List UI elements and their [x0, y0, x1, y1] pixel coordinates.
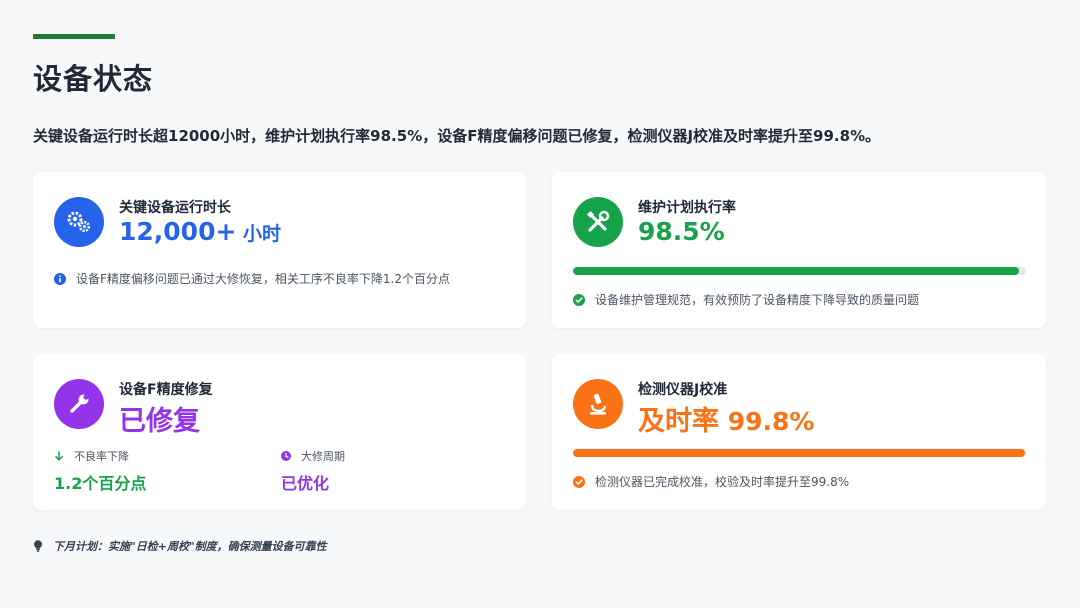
- title-accent-bar: [33, 34, 115, 39]
- card-precision-repair: 设备F精度修复 已修复 不良率下降 1.2个百分点 大修周期 已优化: [33, 354, 526, 510]
- maintenance-progress: [573, 267, 1026, 275]
- arrow-down-icon: [55, 451, 63, 461]
- clock-icon: [281, 451, 291, 461]
- runtime-value: 12,000+: [119, 217, 237, 246]
- note-text: 设备F精度偏移问题已通过大修恢复，相关工序不良率下降1.2个百分点: [76, 272, 450, 286]
- metric-label: 大修周期: [301, 450, 345, 463]
- calibration-value: 及时率 99.8%: [638, 406, 815, 437]
- lightbulb-icon: [34, 540, 42, 552]
- card-runtime: 关键设备运行时长 12,000+ 小时 设备F精度偏移问题已通过大修恢复，相关工…: [33, 172, 526, 328]
- metric-overhaul-cycle: 大修周期 已优化: [281, 448, 345, 494]
- card-note: 设备F精度偏移问题已通过大修恢复，相关工序不良率下降1.2个百分点: [54, 270, 450, 287]
- maintenance-value: 98.5%: [638, 217, 725, 246]
- card-label: 维护计划执行率: [638, 200, 736, 216]
- card-label: 设备F精度修复: [119, 382, 213, 398]
- calibration-progress: [573, 449, 1026, 457]
- check-circle-icon: [573, 475, 585, 488]
- summary-text: 关键设备运行时长超12000小时，维护计划执行率98.5%，设备F精度偏移问题已…: [33, 127, 881, 145]
- info-icon: [54, 272, 66, 285]
- card-note: 设备维护管理规范，有效预防了设备精度下降导致的质量问题: [573, 291, 919, 308]
- card-value: 12,000+ 小时: [119, 217, 281, 246]
- metric-value: 1.2个百分点: [54, 474, 147, 493]
- check-circle-icon: [573, 293, 585, 306]
- progress-fill: [573, 267, 1020, 275]
- runtime-unit: 小时: [236, 223, 282, 245]
- repair-value: 已修复: [119, 406, 200, 437]
- card-label: 检测仪器J校准: [638, 382, 728, 398]
- card-note: 检测仪器已完成校准，校验及时率提升至99.8%: [573, 473, 849, 490]
- metric-defect-rate: 不良率下降 1.2个百分点: [54, 448, 146, 494]
- page-title: 设备状态: [33, 62, 154, 96]
- metric-label: 不良率下降: [74, 450, 129, 463]
- note-text: 设备维护管理规范，有效预防了设备精度下降导致的质量问题: [595, 293, 920, 307]
- card-maintenance: 维护计划执行率 98.5% 设备维护管理规范，有效预防了设备精度下降导致的质量问…: [552, 172, 1046, 328]
- footer-text: 下月计划：实施"日检+周校"制度，确保测量设备可靠性: [53, 540, 327, 553]
- footer-plan: 下月计划：实施"日检+周校"制度，确保测量设备可靠性: [33, 538, 327, 554]
- wrench-icon: [54, 379, 104, 429]
- microscope-icon: [573, 379, 623, 429]
- card-label: 关键设备运行时长: [119, 200, 231, 216]
- card-calibration: 检测仪器J校准 及时率 99.8% 检测仪器已完成校准，校验及时率提升至99.8…: [552, 354, 1046, 510]
- gears-icon: [54, 197, 104, 247]
- note-text: 检测仪器已完成校准，校验及时率提升至99.8%: [595, 475, 850, 489]
- metric-value: 已优化: [281, 474, 330, 493]
- progress-fill: [573, 449, 1026, 457]
- tools-icon: [573, 197, 623, 247]
